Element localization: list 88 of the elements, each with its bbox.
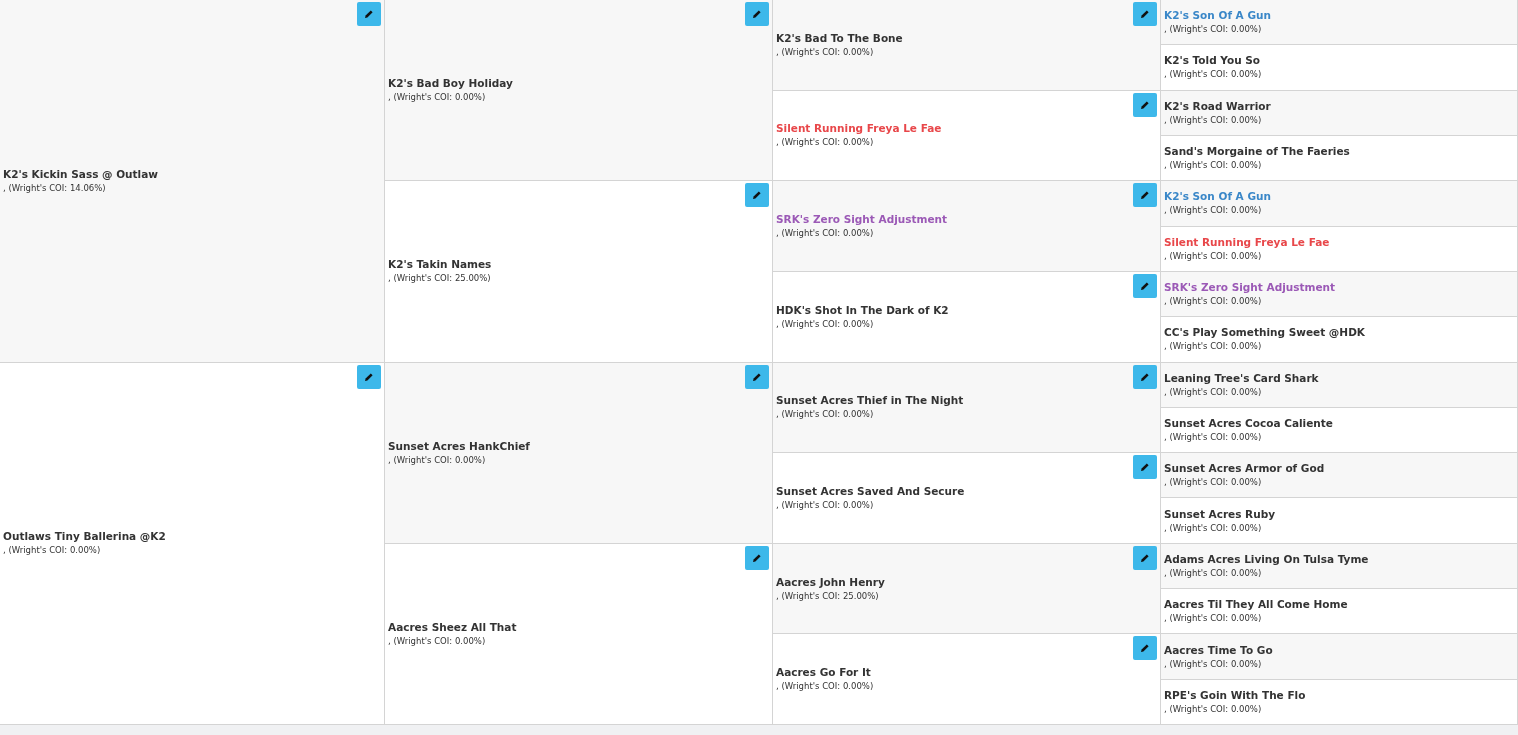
edit-button[interactable] bbox=[745, 2, 769, 26]
pencil-icon bbox=[1140, 190, 1150, 201]
edit-button[interactable] bbox=[1133, 545, 1157, 570]
dog-name: RPE's Goin With The Flo bbox=[1164, 687, 1307, 703]
coi-text: , (Wright's COI: 0.00%) bbox=[1164, 430, 1263, 444]
dog-name: K2's Kickin Sass @ Outlaw bbox=[3, 166, 159, 182]
coi-text: , (Wright's COI: 0.00%) bbox=[1164, 249, 1263, 263]
dog-name: K2's Son Of A Gun bbox=[1164, 8, 1272, 24]
dog-name: Sunset Acres Cocoa Caliente bbox=[1164, 415, 1334, 431]
dog-name: SRK's Zero Sight Adjustment bbox=[776, 212, 949, 228]
pencil-icon bbox=[752, 371, 762, 382]
pencil-icon bbox=[752, 190, 762, 201]
coi-text: , (Wright's COI: 25.00%) bbox=[776, 589, 880, 603]
dog-name: Silent Running Freya Le Fae bbox=[776, 121, 943, 137]
dog-name: SRK's Zero Sight Adjustment bbox=[1164, 280, 1337, 296]
dog-name: Sunset Acres Armor of God bbox=[1164, 461, 1326, 477]
coi-text: , (Wright's COI: 0.00%) bbox=[1164, 702, 1263, 716]
coi-text: , (Wright's COI: 0.00%) bbox=[1164, 113, 1263, 127]
edit-button[interactable] bbox=[1133, 455, 1157, 480]
dog-name: Aacres John Henry bbox=[776, 574, 886, 590]
coi-text: , (Wright's COI: 0.00%) bbox=[776, 498, 875, 512]
dog-name: K2's Takin Names bbox=[388, 257, 493, 273]
edit-button[interactable] bbox=[745, 545, 769, 570]
coi-text: , (Wright's COI: 0.00%) bbox=[1164, 476, 1263, 490]
pencil-icon bbox=[1140, 9, 1150, 19]
coi-text: , (Wright's COI: 0.00%) bbox=[776, 227, 875, 241]
dog-name: Sunset Acres Ruby bbox=[1164, 506, 1277, 522]
coi-text: , (Wright's COI: 0.00%) bbox=[1164, 340, 1263, 354]
coi-text: , (Wright's COI: 0.00%) bbox=[1164, 23, 1263, 37]
dog-name: K2's Road Warrior bbox=[1164, 98, 1272, 114]
edit-button[interactable] bbox=[1133, 273, 1157, 298]
coi-text: , (Wright's COI: 0.00%) bbox=[388, 634, 487, 648]
coi-text: , (Wright's COI: 0.00%) bbox=[1164, 612, 1263, 626]
edit-button[interactable] bbox=[745, 183, 769, 208]
pencil-icon bbox=[1140, 462, 1150, 473]
edit-button[interactable] bbox=[1133, 2, 1157, 26]
coi-text: , (Wright's COI: 0.00%) bbox=[1164, 566, 1263, 580]
dog-name: Aacres Time To Go bbox=[1164, 642, 1274, 658]
coi-text: , (Wright's COI: 0.00%) bbox=[1164, 385, 1263, 399]
pencil-icon bbox=[1140, 99, 1150, 110]
dog-name: Aacres Til They All Come Home bbox=[1164, 597, 1349, 613]
coi-text: , (Wright's COI: 0.00%) bbox=[388, 91, 487, 105]
dog-name: K2's Bad To The Bone bbox=[776, 30, 904, 46]
dog-name: K2's Son Of A Gun bbox=[1164, 189, 1272, 205]
dog-name: Sunset Acres Saved And Secure bbox=[776, 483, 966, 499]
edit-button[interactable] bbox=[1133, 364, 1157, 389]
coi-text: , (Wright's COI: 0.00%) bbox=[1164, 657, 1263, 671]
pencil-icon bbox=[364, 371, 374, 382]
dog-name: Sand's Morgaine of The Faeries bbox=[1164, 144, 1351, 160]
coi-text: , (Wright's COI: 0.00%) bbox=[1164, 68, 1263, 82]
pencil-icon bbox=[1140, 280, 1150, 291]
dog-name: Silent Running Freya Le Fae bbox=[1164, 234, 1331, 250]
coi-text: , (Wright's COI: 0.00%) bbox=[388, 453, 487, 467]
dog-name: Aacres Go For It bbox=[776, 665, 872, 681]
coi-text: , (Wright's COI: 0.00%) bbox=[776, 45, 875, 59]
dog-name: Adams Acres Living On Tulsa Tyme bbox=[1164, 551, 1370, 567]
dog-name: Sunset Acres Thief in The Night bbox=[776, 393, 965, 409]
pencil-icon bbox=[752, 552, 762, 563]
coi-text: , (Wright's COI: 0.00%) bbox=[3, 544, 102, 558]
pencil-icon bbox=[1140, 643, 1150, 654]
coi-text: , (Wright's COI: 0.00%) bbox=[1164, 521, 1263, 535]
dog-name: Leaning Tree's Card Shark bbox=[1164, 370, 1320, 386]
edit-button[interactable] bbox=[1133, 636, 1157, 661]
dog-name: Sunset Acres HankChief bbox=[388, 438, 531, 454]
coi-text: , (Wright's COI: 14.06%) bbox=[3, 181, 107, 195]
coi-text: , (Wright's COI: 0.00%) bbox=[1164, 159, 1263, 173]
edit-button[interactable] bbox=[1133, 92, 1157, 117]
coi-text: , (Wright's COI: 0.00%) bbox=[1164, 204, 1263, 218]
pencil-icon bbox=[1140, 552, 1150, 563]
coi-text: , (Wright's COI: 0.00%) bbox=[776, 136, 875, 150]
edit-button[interactable] bbox=[745, 364, 769, 389]
coi-text: , (Wright's COI: 0.00%) bbox=[776, 408, 875, 422]
pencil-icon bbox=[752, 9, 762, 19]
edit-button[interactable] bbox=[357, 364, 381, 389]
edit-button[interactable] bbox=[1133, 183, 1157, 208]
coi-text: , (Wright's COI: 0.00%) bbox=[1164, 295, 1263, 309]
coi-text: , (Wright's COI: 0.00%) bbox=[776, 680, 875, 694]
dog-name: Outlaws Tiny Ballerina @K2 bbox=[3, 529, 167, 545]
dog-name: HDK's Shot In The Dark of K2 bbox=[776, 302, 950, 318]
coi-text: , (Wright's COI: 25.00%) bbox=[388, 272, 492, 286]
edit-button[interactable] bbox=[357, 2, 381, 26]
coi-text: , (Wright's COI: 0.00%) bbox=[776, 317, 875, 331]
dog-name: K2's Bad Boy Holiday bbox=[388, 76, 514, 92]
dog-name: CC's Play Something Sweet @HDK bbox=[1164, 325, 1366, 341]
pencil-icon bbox=[364, 9, 374, 19]
dog-name: K2's Told You So bbox=[1164, 53, 1262, 69]
dog-name: Aacres Sheez All That bbox=[388, 619, 518, 635]
pencil-icon bbox=[1140, 371, 1150, 382]
